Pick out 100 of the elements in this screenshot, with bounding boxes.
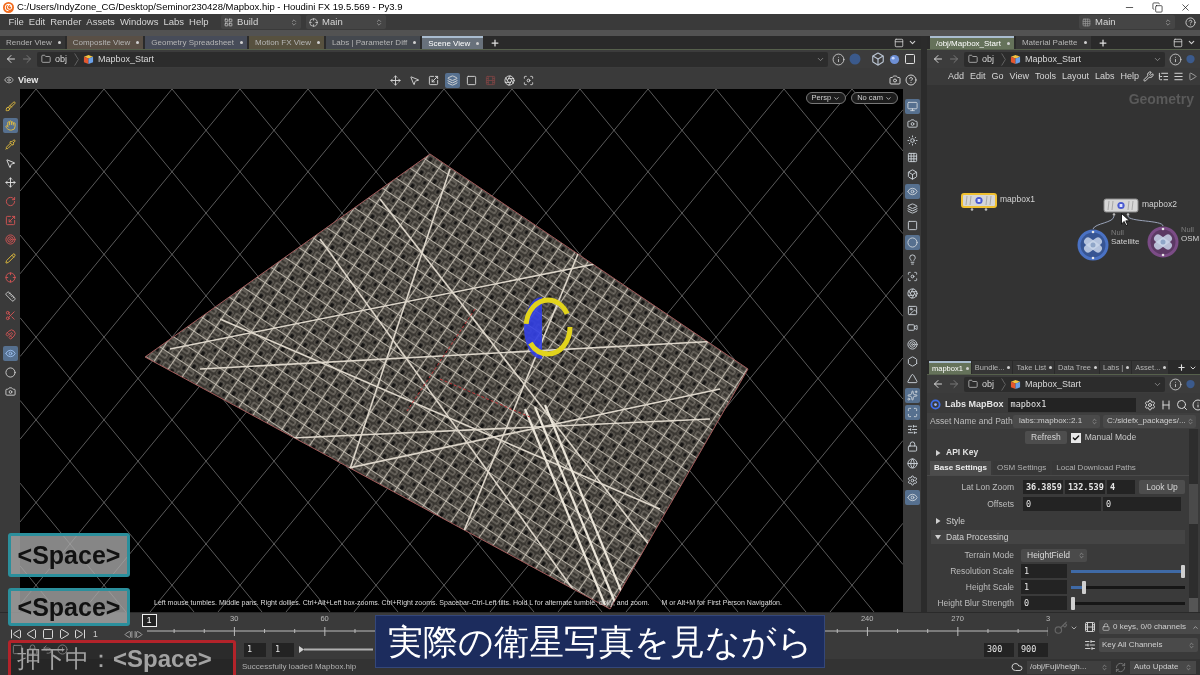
view-menu[interactable]: View: [4, 75, 39, 85]
play-icon[interactable]: [58, 628, 70, 640]
path-field[interactable]: obj Mapbox_Start: [964, 51, 1165, 67]
dropdown-menu[interactable]: HeightField: [1021, 548, 1087, 562]
null-node[interactable]: [1077, 229, 1109, 261]
triangle-icon[interactable]: [904, 371, 920, 386]
back-arrow-icon[interactable]: [5, 53, 17, 65]
layout-menu[interactable]: Main: [306, 15, 387, 29]
folder-header[interactable]: Data Processing: [931, 530, 1185, 544]
slider-thumb[interactable]: [1181, 564, 1185, 578]
back-arrow-icon[interactable]: [932, 53, 944, 65]
node-name-field[interactable]: mapbox1: [1007, 397, 1136, 412]
pane-tab[interactable]: Render View: [0, 36, 65, 49]
aperture-icon[interactable]: [502, 72, 518, 88]
desktop-menu[interactable]: Build: [221, 15, 302, 29]
pane-tab[interactable]: Motion FX View: [249, 36, 324, 49]
pane-tab[interactable]: /obj/Mapbox_Start: [930, 36, 1014, 49]
end-frame-field[interactable]: 300: [984, 642, 1014, 657]
heading-icon[interactable]: [1159, 398, 1172, 411]
menu-item[interactable]: File: [6, 17, 27, 27]
help-icon[interactable]: [1185, 16, 1196, 28]
move-arrows-icon[interactable]: [2, 175, 18, 190]
camera-icon[interactable]: [889, 74, 901, 86]
chevron-down-icon[interactable]: [908, 38, 917, 47]
chevron-down-icon[interactable]: [1187, 38, 1196, 47]
null-node[interactable]: [1147, 226, 1179, 258]
slider-track[interactable]: [1071, 596, 1185, 610]
back-arrow-icon[interactable]: [932, 378, 944, 390]
menu-item[interactable]: Assets: [83, 17, 118, 27]
eye-icon[interactable]: [2, 346, 18, 361]
refresh-button[interactable]: Refresh: [1025, 431, 1067, 444]
menu-item[interactable]: View: [1006, 72, 1032, 81]
folder-header[interactable]: API Key: [931, 446, 1185, 459]
move-arrows-icon[interactable]: [388, 72, 404, 88]
stop-icon[interactable]: [42, 628, 54, 640]
path-segment[interactable]: Mapbox_Start: [1010, 53, 1082, 65]
cube-icon[interactable]: [871, 52, 885, 66]
menu-item[interactable]: Help: [186, 17, 212, 27]
transform-handle[interactable]: [523, 297, 573, 359]
sparkle-icon[interactable]: [904, 388, 920, 403]
ruler-icon[interactable]: [2, 289, 18, 304]
step-back-icon[interactable]: [123, 629, 133, 639]
menu-item[interactable]: Render: [47, 17, 84, 27]
menu-item[interactable]: Go: [988, 72, 1007, 81]
pane-tab[interactable]: Geometry Spreadsheet: [145, 36, 248, 49]
step-forward-icon[interactable]: [133, 629, 143, 639]
menu-item[interactable]: Windows: [117, 17, 161, 27]
path-segment[interactable]: obj: [41, 54, 70, 64]
path-segment[interactable]: obj: [968, 379, 997, 389]
skip-forward-icon[interactable]: [74, 628, 86, 640]
dropdown-menu[interactable]: C:/sidefx_packages/...: [1103, 414, 1196, 428]
caret-icon[interactable]: [833, 94, 841, 102]
pane-tab[interactable]: Labs | Parameter Diff: [325, 36, 421, 49]
caret-icon[interactable]: [885, 94, 892, 102]
search-icon[interactable]: [1175, 398, 1188, 411]
help-icon[interactable]: [905, 74, 917, 86]
playback-range-bar[interactable]: [299, 646, 373, 653]
node-tile[interactable]: [961, 193, 997, 211]
update-mode-menu[interactable]: Auto Update: [1130, 660, 1196, 674]
circle-icon[interactable]: [904, 235, 920, 250]
play-triangle-icon[interactable]: [1188, 72, 1197, 81]
refresh-icon[interactable]: [1115, 661, 1126, 673]
circle-icon[interactable]: [2, 365, 18, 380]
dropdown-menu[interactable]: labs::mapbox::2.1: [1013, 414, 1100, 428]
caret-icon[interactable]: [1191, 623, 1199, 631]
checkbox[interactable]: [1070, 432, 1081, 443]
range-end-field[interactable]: 1: [272, 642, 294, 657]
cloud-icon[interactable]: [1011, 661, 1023, 673]
number-field[interactable]: 1: [1021, 564, 1067, 578]
dot-icon[interactable]: [849, 53, 861, 65]
slider-thumb[interactable]: [1071, 596, 1075, 610]
current-frame[interactable]: 1: [141, 614, 157, 627]
pipette-icon[interactable]: [2, 137, 18, 152]
dot-icon[interactable]: [1186, 53, 1195, 65]
look-up-button[interactable]: Look Up: [1139, 480, 1185, 494]
path-segment[interactable]: Mapbox_Start: [1010, 378, 1082, 390]
global-end-field[interactable]: 900: [1018, 642, 1048, 657]
settings-tab[interactable]: Base Settings: [930, 461, 991, 475]
menu-item[interactable]: Edit: [967, 72, 989, 81]
path-segment[interactable]: obj: [968, 54, 997, 64]
menu-item[interactable]: Edit: [26, 17, 48, 27]
number-field[interactable]: 4: [1107, 480, 1135, 494]
gear-icon[interactable]: [1143, 398, 1156, 411]
restore-icon[interactable]: [1152, 1, 1163, 13]
globe-icon[interactable]: [904, 456, 920, 471]
camera-icon[interactable]: [904, 116, 920, 131]
film-icon[interactable]: [1084, 621, 1096, 633]
key-all-channels-menu[interactable]: Key All Channels: [1099, 638, 1198, 652]
menu-item[interactable]: Labs: [160, 17, 187, 27]
folder-header[interactable]: Style: [931, 514, 1185, 528]
sphere-icon[interactable]: [889, 53, 900, 65]
slider-track[interactable]: [1071, 564, 1185, 578]
path-segment[interactable]: Mapbox_Start: [83, 53, 155, 65]
folder-icon[interactable]: [41, 54, 51, 64]
slider-thumb[interactable]: [1082, 580, 1086, 594]
wrench-icon[interactable]: [1143, 71, 1154, 82]
info-icon[interactable]: [1169, 377, 1182, 391]
aperture-icon[interactable]: [904, 286, 920, 301]
pane-tab[interactable]: Material Palette: [1015, 36, 1091, 49]
node-tile[interactable]: [1103, 198, 1139, 216]
